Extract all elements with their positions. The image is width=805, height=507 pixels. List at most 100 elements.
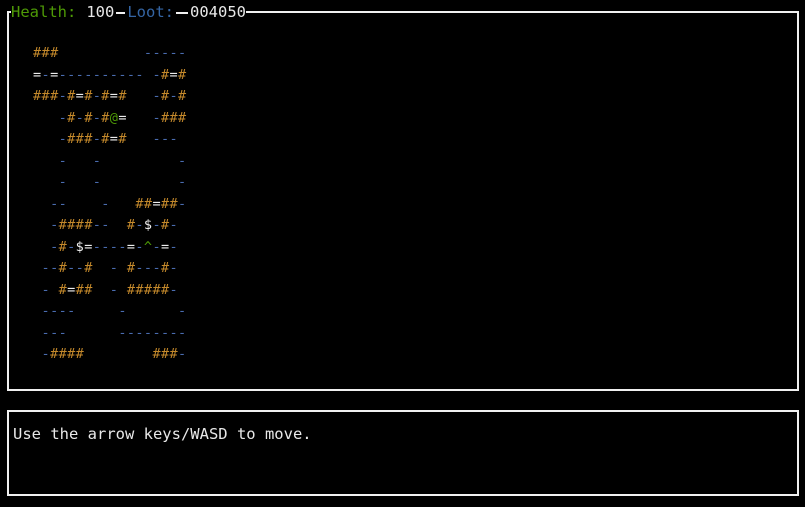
map-floor-tile: - (67, 303, 76, 319)
map-floor-tile: - (101, 217, 110, 233)
map-floor-tile: - (178, 152, 187, 169)
map-row: --- -------- (33, 323, 187, 345)
map-floor-tile: - (92, 174, 102, 190)
map-floor-tile: - (152, 324, 161, 341)
message-panel (7, 410, 799, 496)
map-wall-tile: # (50, 346, 59, 362)
health-label: Health: (11, 2, 77, 21)
map-floor-tile: - (50, 303, 59, 319)
map-row: ### ----- (33, 43, 187, 65)
map-floor-tile: - (118, 66, 127, 83)
map-row: ###-#=#-#=# -#-# (33, 86, 187, 108)
map-floor-tile: - (169, 324, 179, 341)
map-floor-tile: - (92, 217, 102, 233)
map-floor-tile: - (160, 324, 170, 341)
map-wall-tile: # (58, 260, 68, 276)
dungeon-map[interactable]: ### ----- =-=---------- -#=# ###-#=#-#=# -… (33, 43, 187, 366)
map-door-tile: = (50, 66, 59, 83)
map-door-tile: = (160, 238, 170, 255)
map-row: -- - ##=##- (33, 194, 187, 216)
map-floor-tile: - (92, 131, 102, 147)
status-bar: Health: 100 Loot: 004050 (11, 2, 246, 23)
map-door-tile: = (67, 281, 76, 298)
map-wall-tile: # (152, 281, 161, 298)
map-wall-tile: # (75, 346, 85, 362)
map-floor-tile: - (58, 195, 68, 212)
map-wall-tile: # (160, 217, 170, 233)
map-wall-tile: # (41, 45, 51, 61)
loot-label: Loot: (127, 2, 174, 21)
map-floor-tile: - (67, 66, 76, 83)
map-floor-tile: - (152, 66, 161, 83)
map-row: =-=---------- -#=# (33, 65, 187, 87)
map-floor-tile: - (160, 131, 170, 147)
map-wall-tile: # (101, 131, 110, 147)
map-wall-tile: # (178, 88, 187, 104)
map-floor-tile: - (178, 195, 187, 212)
map-floor-tile: - (152, 238, 161, 255)
map-floor-tile: - (109, 260, 119, 276)
map-floor-tile: - (50, 238, 59, 255)
map-floor-tile: - (50, 195, 59, 212)
map-wall-tile: # (135, 281, 144, 298)
map-loot-tile: $ (75, 238, 85, 255)
map-row: -#### ###- (33, 344, 187, 366)
map-wall-tile: # (50, 88, 59, 104)
map-floor-tile: - (41, 346, 51, 362)
map-wall-tile: # (41, 88, 51, 104)
map-wall-tile: # (135, 195, 144, 212)
health-value: 100 (86, 2, 115, 21)
map-floor-tile: - (152, 131, 161, 147)
map-floor-tile: - (160, 45, 170, 61)
map-door-tile: = (118, 109, 127, 126)
map-floor-tile: - (58, 152, 68, 169)
map-floor-tile: - (169, 281, 179, 298)
map-floor-tile: - (41, 324, 51, 341)
map-floor-tile: - (169, 131, 179, 147)
map-row: - - - (33, 172, 187, 194)
map-floor-tile: - (92, 109, 102, 126)
map-floor-tile: - (92, 152, 102, 169)
map-wall-tile: # (58, 238, 68, 255)
map-floor-tile: - (152, 109, 161, 126)
map-door-tile: = (152, 195, 161, 212)
map-row: ---- - - (33, 301, 187, 323)
map-wall-tile: # (67, 346, 76, 362)
map-floor-tile: - (118, 238, 127, 255)
map-wall-tile: # (160, 88, 170, 104)
map-wall-tile: # (118, 131, 127, 147)
map-door-tile: = (33, 66, 42, 83)
map-wall-tile: # (67, 131, 76, 147)
map-wall-tile: # (160, 195, 170, 212)
map-wall-tile: # (169, 346, 179, 362)
map-floor-tile: - (178, 324, 187, 341)
map-floor-tile: - (169, 260, 179, 276)
map-wall-tile: # (169, 109, 179, 126)
map-floor-tile: - (152, 88, 161, 104)
map-floor-tile: - (135, 260, 144, 276)
map-floor-tile: - (169, 217, 179, 233)
map-wall-tile: # (118, 88, 127, 104)
map-floor-tile: - (135, 217, 144, 233)
map-floor-tile: - (92, 88, 102, 104)
map-wall-tile: # (84, 131, 93, 147)
map-wall-tile: # (178, 66, 187, 83)
map-floor-tile: - (58, 131, 68, 147)
map-floor-tile: - (169, 238, 179, 255)
map-row: -#-#-#@= -### (33, 108, 187, 130)
map-wall-tile: # (75, 217, 85, 233)
map-floor-tile: - (50, 324, 59, 341)
status-separator (116, 11, 126, 14)
map-row: -#-$=----=-^-=- (33, 237, 187, 259)
map-floor-tile: - (178, 174, 187, 190)
map-floor-tile: - (67, 238, 76, 255)
map-wall-tile: # (84, 109, 93, 126)
map-floor-tile: - (135, 238, 144, 255)
message-text: Use the arrow keys/WASD to move. (13, 425, 312, 443)
map-floor-tile: - (118, 324, 127, 341)
map-floor-tile: - (152, 45, 161, 61)
map-floor-tile: - (58, 174, 68, 190)
map-floor-tile: - (92, 238, 102, 255)
map-door-tile: = (75, 88, 85, 104)
map-wall-tile: # (169, 195, 179, 212)
